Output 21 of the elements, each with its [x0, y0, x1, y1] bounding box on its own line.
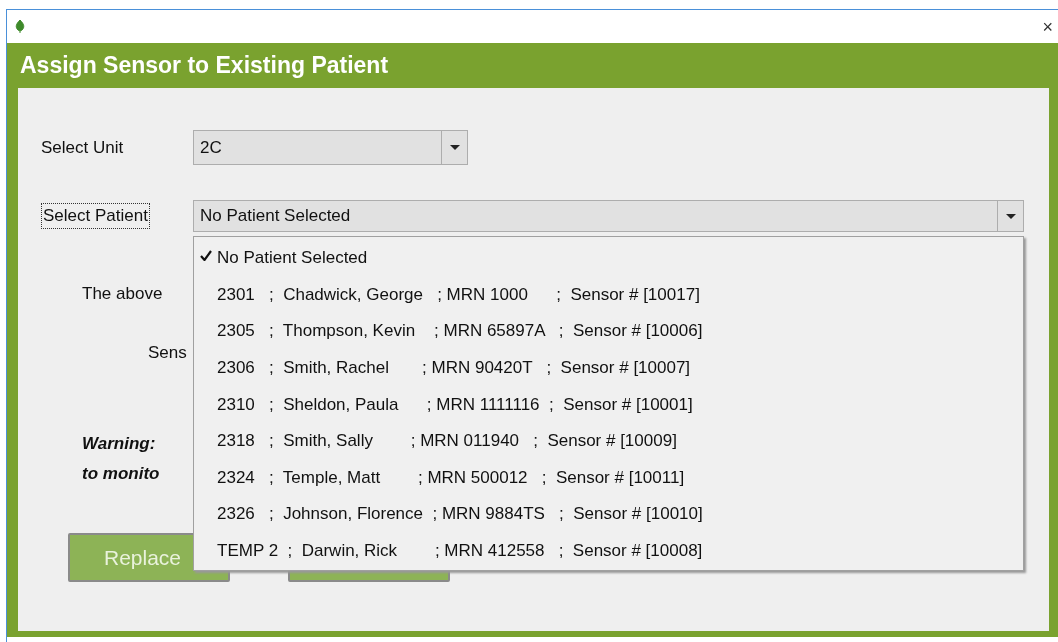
patient-option[interactable]: 2310 ; Sheldon, Paula ; MRN 1111116 ; Sensor # [10001] — [194, 386, 1023, 423]
patient-option[interactable]: 2318 ; Smith, Sally ; MRN 011940 ; Sensor # [10009] — [194, 422, 1023, 460]
patient-option[interactable]: 2306 ; Smith, Rachel ; MRN 90420T ; Sensor # [10007] — [194, 349, 1023, 387]
warning-text: Warning: — [82, 433, 156, 455]
caret-icon — [1005, 213, 1016, 219]
info-text: The above — [82, 283, 163, 305]
patient-option[interactable]: 2305 ; Thompson, Kevin ; MRN 65897A ; Sensor # [10006] — [194, 313, 1023, 350]
patient-option[interactable]: 2324 ; Temple, Matt ; MRN 500012 ; Sensor # [10011] — [194, 459, 1023, 497]
warning-text: to monito — [82, 463, 160, 485]
patient-dropdown[interactable]: No Patient Selected — [193, 200, 1024, 232]
patient-option[interactable]: 2301 ; Chadwick, George ; MRN 1000 ; Sensor # [10017] — [194, 276, 1023, 314]
patient-label: Select Patient — [41, 203, 150, 229]
dialog-title: Assign Sensor to Existing Patient — [20, 52, 389, 79]
unit-label: Select Unit — [41, 137, 125, 158]
leaf-icon — [15, 20, 25, 33]
unit-dropdown[interactable]: 2C — [193, 130, 468, 165]
caret-icon — [449, 145, 460, 150]
sensor-label: Sens — [148, 342, 187, 364]
close-button[interactable]: × — [1042, 17, 1053, 36]
patient-option[interactable]: No Patient Selected — [194, 240, 1023, 277]
patient-option[interactable]: 2326 ; Johnson, Florence ; MRN 9884TS ; Sensor # [10010] — [194, 496, 1023, 533]
